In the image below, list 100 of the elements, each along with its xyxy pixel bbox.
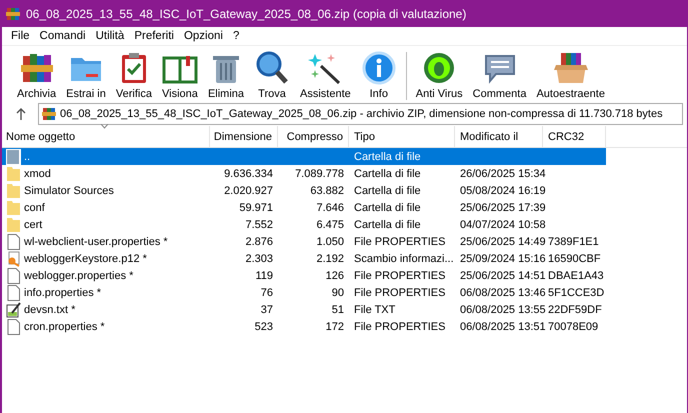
column-header[interactable]: CRC32 xyxy=(543,126,606,147)
table-cell: DBAE1A43 xyxy=(548,270,604,282)
file-row[interactable]: Simulator Sources 2.020.927 63.882 Cartella di file 05/08/2024 16:19 xyxy=(2,182,606,199)
file-name: cron.properties * xyxy=(24,320,105,332)
file-icon xyxy=(6,284,21,300)
table-cell: Cartella di file xyxy=(354,168,421,180)
column-header[interactable]: Modificato il xyxy=(455,126,543,147)
up-arrow-icon[interactable] xyxy=(16,108,26,120)
file-name: .. xyxy=(24,150,30,162)
file-name: weblogger.properties * xyxy=(24,270,134,282)
table-cell: 25/09/2024 15:16 xyxy=(460,252,546,264)
box-books-icon xyxy=(552,50,589,86)
toolbar-button[interactable]: Info xyxy=(356,50,402,100)
folder-icon xyxy=(6,216,21,232)
file-name: xmod xyxy=(24,168,51,180)
file-name: webloggerKeystore.p12 * xyxy=(24,252,147,264)
table-cell: 2.303 xyxy=(245,252,273,264)
table-cell: 37 xyxy=(260,304,273,316)
menu-item[interactable]: Utilità xyxy=(90,30,130,42)
folder-icon xyxy=(6,166,21,182)
column-header[interactable]: Compresso xyxy=(278,126,349,147)
table-cell: 22DF59DF xyxy=(548,304,602,316)
file-row[interactable]: weblogger.properties * 119 126 File PROPERTIES 25/06/2025 14:51 DBAE1A43 xyxy=(2,267,606,284)
magnifier-icon xyxy=(254,50,290,86)
table-cell: 7.552 xyxy=(245,218,273,230)
table-cell: 5F1CCE3D xyxy=(548,286,604,298)
table-cell: 1.050 xyxy=(316,236,344,248)
column-header[interactable]: Tipo xyxy=(349,126,455,147)
table-cell: 119 xyxy=(255,270,273,282)
toolbar-button[interactable]: Anti Virus xyxy=(410,50,468,100)
column-header[interactable]: Nome oggetto xyxy=(2,126,210,147)
certificate-icon xyxy=(6,250,21,266)
table-cell: Cartella di file xyxy=(354,184,421,196)
address-field[interactable]: 06_08_2025_13_55_48_ISC_IoT_Gateway_2025_08_06.zip - archivio ZIP, dimensione non-compressa di 11.730.718 bytes xyxy=(38,103,683,125)
menu-item[interactable]: Preferiti xyxy=(129,30,179,42)
window-title: 06_08_2025_13_55_48_ISC_IoT_Gateway_2025_08_06.zip (copia di valutazione) xyxy=(26,6,466,20)
table-cell: 6.475 xyxy=(316,218,344,230)
file-icon xyxy=(6,318,21,334)
notepad-icon xyxy=(6,302,21,318)
file-row[interactable]: cron.properties * 523 172 File PROPERTIES 06/08/2025 13:51 70078E09 xyxy=(2,318,606,335)
info-icon xyxy=(360,50,397,86)
table-cell: 63.882 xyxy=(310,184,344,196)
table-cell: 126 xyxy=(326,270,344,282)
table-cell: 06/08/2025 13:55 xyxy=(460,304,546,316)
table-cell: File PROPERTIES xyxy=(354,270,446,282)
file-name: wl-webclient-user.properties * xyxy=(24,236,168,248)
table-cell: Cartella di file xyxy=(354,202,421,214)
menu-item[interactable]: File xyxy=(6,30,35,42)
table-cell: Cartella di file xyxy=(354,150,421,162)
archive-icon xyxy=(42,107,56,121)
table-cell: 05/08/2024 16:19 xyxy=(460,184,546,196)
table-cell: 2.876 xyxy=(245,236,273,248)
file-row[interactable]: cert 7.552 6.475 Cartella di file 04/07/2024 10:58 xyxy=(2,216,606,233)
table-cell: File PROPERTIES xyxy=(354,236,446,248)
toolbar-button[interactable]: Verifica xyxy=(110,50,157,100)
menu-item[interactable]: Opzioni xyxy=(178,30,228,42)
table-cell: 51 xyxy=(332,304,344,316)
table-cell: 7.646 xyxy=(316,202,344,214)
table-cell: 06/08/2025 13:46 xyxy=(460,286,546,298)
table-cell: 25/06/2025 14:51 xyxy=(460,270,546,282)
file-row[interactable]: conf 59.971 7.646 Cartella di file 25/06/2025 17:39 xyxy=(2,199,606,216)
file-name: cert xyxy=(24,218,42,230)
toolbar-button[interactable]: Visiona xyxy=(156,50,203,100)
table-cell: File TXT xyxy=(354,304,396,316)
menu-item[interactable]: Comandi xyxy=(34,30,91,42)
toolbar-button[interactable]: Trova xyxy=(249,50,296,100)
table-cell: 70078E09 xyxy=(548,320,598,332)
table-cell: 25/06/2025 14:49 xyxy=(460,236,546,248)
toolbar-button[interactable]: Commenta xyxy=(468,50,532,100)
toolbar-button[interactable]: Assistente xyxy=(295,50,356,100)
file-row[interactable]: webloggerKeystore.p12 * 2.303 2.192 Scambio informazi... 25/09/2024 15:16 16590CBF xyxy=(2,250,606,267)
table-cell: 523 xyxy=(254,320,273,332)
table-cell: 59.971 xyxy=(239,202,273,214)
toolbar-button[interactable]: Archivia xyxy=(12,50,62,100)
menu-item[interactable]: ? xyxy=(228,30,244,42)
app-icon xyxy=(6,6,20,20)
column-header[interactable]: Dimensione xyxy=(210,126,278,147)
folder-icon xyxy=(6,200,21,216)
file-name: conf xyxy=(24,202,45,214)
file-row[interactable]: xmod 9.636.334 7.089.778 Cartella di file 26/06/2025 15:34 xyxy=(2,165,606,182)
sort-caret-icon xyxy=(100,124,109,129)
table-cell: File PROPERTIES xyxy=(354,286,446,298)
table-cell: Cartella di file xyxy=(354,218,421,230)
table-cell: 26/06/2025 15:34 xyxy=(460,168,546,180)
table-cell: 7389F1E1 xyxy=(548,236,599,248)
table-cell: 2.192 xyxy=(316,252,344,264)
file-row[interactable]: devsn.txt * 37 51 File TXT 06/08/2025 13:55 22DF59DF xyxy=(2,301,606,318)
table-cell: 25/06/2025 17:39 xyxy=(460,202,546,214)
toolbar-button[interactable]: Elimina xyxy=(202,50,250,100)
file-row[interactable]: info.properties * 76 90 File PROPERTIES 06/08/2025 13:46 5F1CCE3D xyxy=(2,284,606,301)
toolbar-button[interactable]: Estrai in xyxy=(61,50,111,100)
table-cell: 16590CBF xyxy=(548,252,601,264)
file-row[interactable]: wl-webclient-user.properties * 2.876 1.050 File PROPERTIES 25/06/2025 14:49 7389F1E1 xyxy=(2,233,606,250)
table-cell: 04/07/2024 10:58 xyxy=(460,218,546,230)
table-cell: Scambio informazi... xyxy=(354,252,454,264)
folder-icon xyxy=(6,182,21,198)
file-name: info.properties * xyxy=(24,286,102,298)
file-row[interactable]: .. Cartella di file xyxy=(2,148,606,165)
toolbar-button[interactable]: Autoestraente xyxy=(531,50,610,100)
file-name: Simulator Sources xyxy=(24,184,114,196)
